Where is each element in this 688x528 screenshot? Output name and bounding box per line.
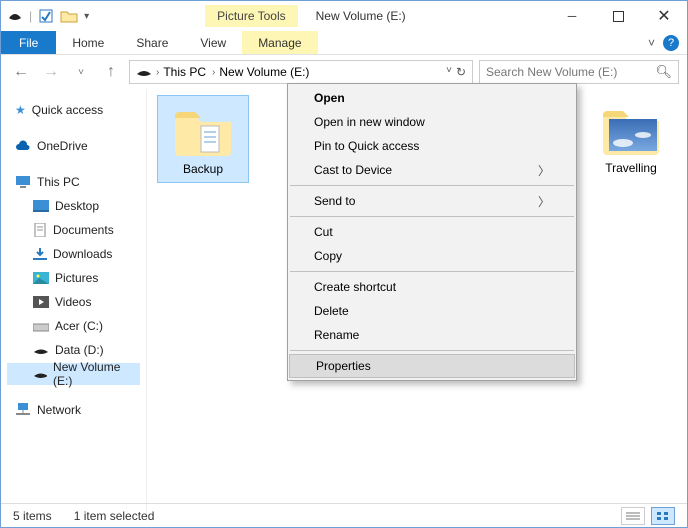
pc-icon bbox=[15, 175, 31, 189]
menu-open[interactable]: Open bbox=[288, 86, 576, 110]
qat-divider: | bbox=[29, 9, 32, 23]
picture-tools-tab[interactable]: Picture Tools bbox=[205, 5, 297, 27]
document-icon bbox=[33, 223, 47, 237]
navigation-pane: ★Quick access OneDrive This PC Desktop D… bbox=[1, 89, 147, 521]
app-icon bbox=[7, 8, 23, 24]
cloud-icon bbox=[15, 140, 31, 152]
menu-separator bbox=[290, 350, 574, 351]
drive-icon bbox=[33, 344, 49, 356]
menu-create-shortcut[interactable]: Create shortcut bbox=[288, 275, 576, 299]
sidebar-network[interactable]: Network bbox=[7, 399, 140, 421]
menu-separator bbox=[290, 271, 574, 272]
folder-backup[interactable]: Backup bbox=[157, 95, 249, 183]
sidebar-drive-e[interactable]: New Volume (E:) bbox=[7, 363, 140, 385]
folder-label: Backup bbox=[183, 162, 223, 176]
chevron-right-icon: 〉 bbox=[538, 162, 550, 179]
star-icon: ★ bbox=[15, 103, 26, 117]
breadcrumb-thispc[interactable]: This PC› bbox=[163, 65, 215, 79]
breadcrumb-newvol[interactable]: New Volume (E:) bbox=[219, 65, 309, 79]
back-button[interactable]: ← bbox=[9, 60, 33, 84]
sidebar-quick-access[interactable]: ★Quick access bbox=[7, 99, 140, 121]
sidebar-desktop[interactable]: Desktop bbox=[7, 195, 140, 217]
search-input[interactable]: Search New Volume (E:) 🔍︎ bbox=[479, 60, 679, 84]
menu-copy[interactable]: Copy bbox=[288, 244, 576, 268]
ribbon: File Home Share View Manage ˅ ? bbox=[1, 31, 687, 55]
refresh-icon[interactable]: ↻ bbox=[456, 65, 466, 79]
close-button[interactable]: ✕ bbox=[641, 1, 687, 31]
sidebar-downloads[interactable]: Downloads bbox=[7, 243, 140, 265]
menu-cut[interactable]: Cut bbox=[288, 220, 576, 244]
folder-travelling[interactable]: Travelling bbox=[585, 95, 677, 181]
recent-dropdown[interactable]: ˅ bbox=[69, 60, 93, 84]
search-icon[interactable]: 🔍︎ bbox=[655, 64, 672, 80]
video-icon bbox=[33, 296, 49, 308]
sidebar-documents[interactable]: Documents bbox=[7, 219, 140, 241]
folder-icon bbox=[171, 102, 235, 158]
ribbon-expand-icon[interactable]: ˅ bbox=[648, 36, 655, 50]
sidebar-pictures[interactable]: Pictures bbox=[7, 267, 140, 289]
menu-properties[interactable]: Properties bbox=[289, 354, 575, 378]
breadcrumb-sep-icon[interactable]: › bbox=[156, 67, 159, 78]
folder-icon bbox=[599, 101, 663, 157]
icons-view-button[interactable] bbox=[651, 507, 675, 525]
details-view-button[interactable] bbox=[621, 507, 645, 525]
tab-file[interactable]: File bbox=[1, 31, 56, 54]
new-folder-qat-icon[interactable] bbox=[60, 8, 78, 24]
sidebar-drive-d[interactable]: Data (D:) bbox=[7, 339, 140, 361]
sidebar-videos[interactable]: Videos bbox=[7, 291, 140, 313]
sidebar-onedrive[interactable]: OneDrive bbox=[7, 135, 140, 157]
qat-dropdown-icon[interactable]: ▾ bbox=[84, 11, 89, 22]
menu-pin-quick-access[interactable]: Pin to Quick access bbox=[288, 134, 576, 158]
menu-rename[interactable]: Rename bbox=[288, 323, 576, 347]
minimize-button[interactable]: ─ bbox=[549, 1, 595, 31]
sidebar-drive-c[interactable]: Acer (C:) bbox=[7, 315, 140, 337]
menu-delete[interactable]: Delete bbox=[288, 299, 576, 323]
chevron-right-icon: 〉 bbox=[538, 193, 550, 210]
menu-send-to[interactable]: Send to〉 bbox=[288, 189, 576, 213]
drive-icon bbox=[136, 66, 152, 78]
window-title: New Volume (E:) bbox=[316, 9, 406, 23]
menu-separator bbox=[290, 185, 574, 186]
tab-manage[interactable]: Manage bbox=[242, 31, 317, 54]
status-bar: 5 items 1 item selected bbox=[1, 503, 687, 527]
sidebar-this-pc[interactable]: This PC bbox=[7, 171, 140, 193]
drive-icon bbox=[33, 368, 47, 380]
title-bar: | ▾ Picture Tools New Volume (E:) ─ ✕ bbox=[1, 1, 687, 31]
up-button[interactable]: ↑ bbox=[99, 60, 123, 84]
menu-open-new-window[interactable]: Open in new window bbox=[288, 110, 576, 134]
tab-view[interactable]: View bbox=[184, 31, 242, 54]
address-bar[interactable]: › This PC› New Volume (E:) ˅ ↻ bbox=[129, 60, 473, 84]
status-selection-count: 1 item selected bbox=[74, 509, 155, 523]
context-menu: Open Open in new window Pin to Quick acc… bbox=[287, 83, 577, 381]
menu-separator bbox=[290, 216, 574, 217]
tab-home[interactable]: Home bbox=[56, 31, 120, 54]
properties-qat-icon[interactable] bbox=[38, 8, 54, 24]
maximize-button[interactable] bbox=[595, 1, 641, 31]
help-icon[interactable]: ? bbox=[663, 35, 679, 51]
address-dropdown-icon[interactable]: ˅ bbox=[446, 65, 452, 79]
status-item-count: 5 items bbox=[13, 509, 52, 523]
network-icon bbox=[15, 403, 31, 417]
desktop-icon bbox=[33, 200, 49, 212]
drive-icon bbox=[33, 320, 49, 332]
picture-icon bbox=[33, 272, 49, 284]
folder-label: Travelling bbox=[605, 161, 657, 175]
forward-button[interactable]: → bbox=[39, 60, 63, 84]
menu-cast-to-device[interactable]: Cast to Device〉 bbox=[288, 158, 576, 182]
download-icon bbox=[33, 247, 47, 261]
tab-share[interactable]: Share bbox=[120, 31, 184, 54]
